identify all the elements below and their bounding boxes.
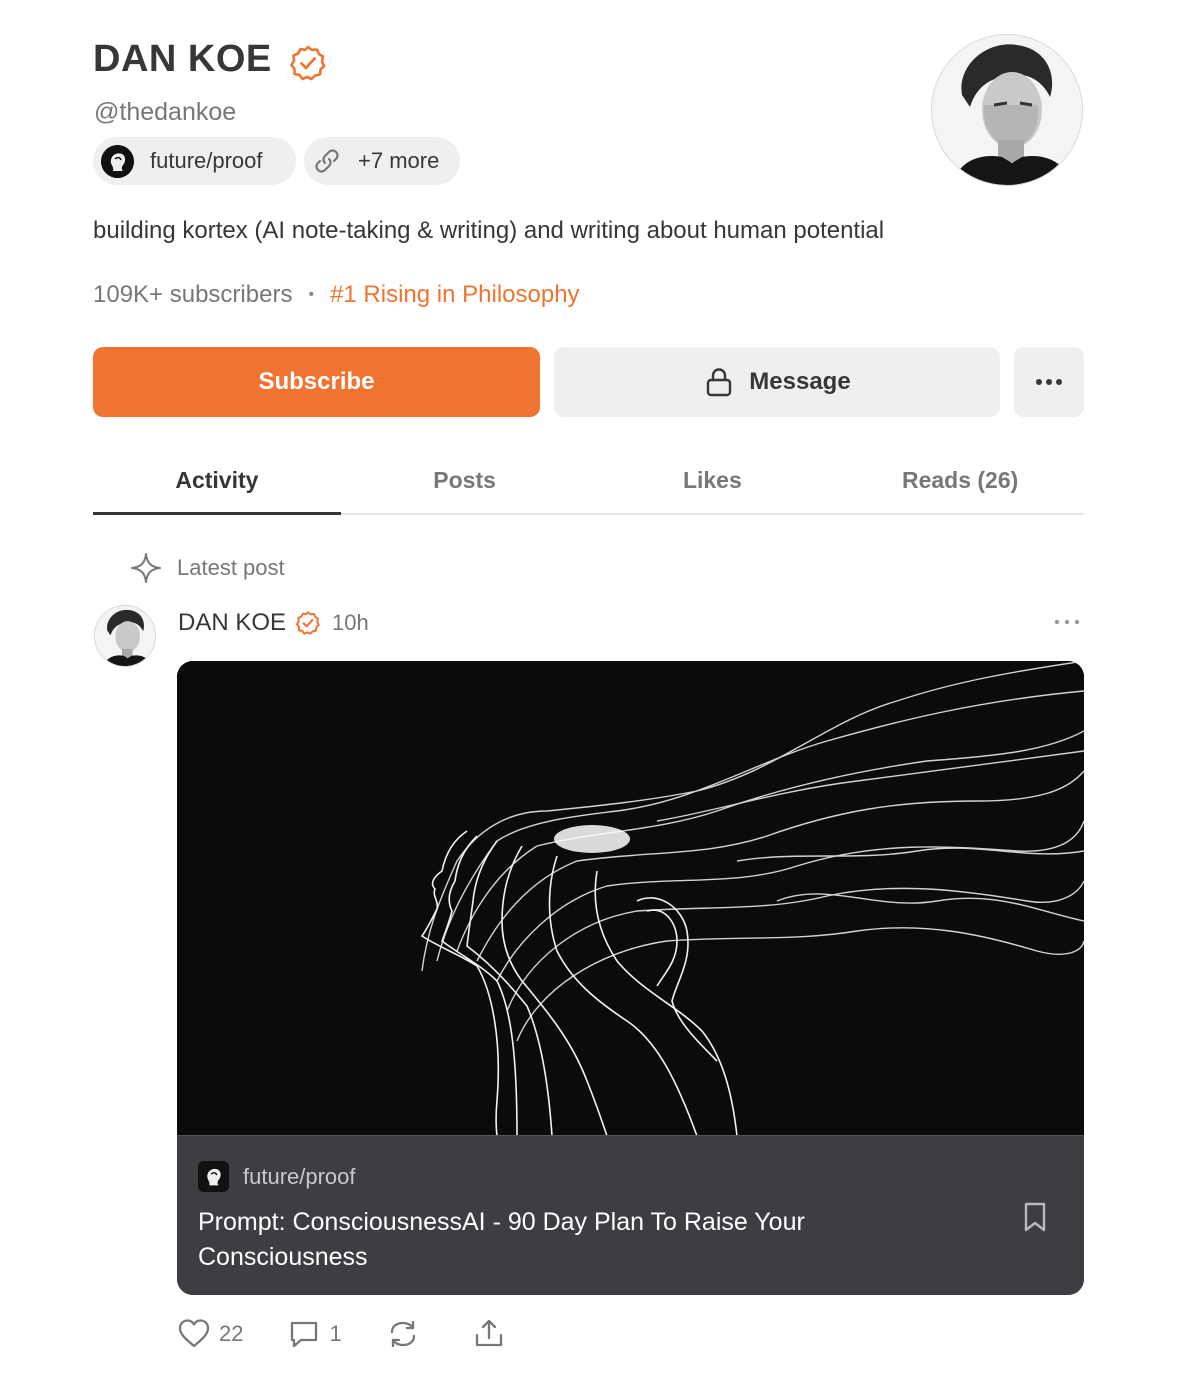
- like-count: 22: [219, 1321, 244, 1346]
- subscribe-button[interactable]: Subscribe: [93, 347, 540, 417]
- post-card[interactable]: future/proof Prompt: ConsciousnessAI - 9…: [177, 661, 1084, 1295]
- share-button[interactable]: [472, 1317, 514, 1351]
- more-links-label: +7 more: [358, 148, 440, 173]
- comment-button[interactable]: 1: [287, 1317, 342, 1351]
- sparkle-icon: [131, 553, 161, 583]
- publication-logo-icon: [198, 1161, 229, 1192]
- comment-icon: [291, 1321, 318, 1348]
- post-publication[interactable]: future/proof: [198, 1161, 356, 1192]
- profile-stats: 109K+ subscribers • #1 Rising in Philoso…: [93, 281, 580, 309]
- share-icon: [475, 1319, 502, 1347]
- profile-name: DAN KOE: [93, 38, 272, 80]
- post-publication-name: future/proof: [243, 1163, 356, 1189]
- tab-reads[interactable]: Reads (26): [836, 450, 1084, 513]
- restack-button[interactable]: [386, 1317, 428, 1351]
- post-card-details: future/proof Prompt: ConsciousnessAI - 9…: [177, 1136, 1084, 1295]
- post-author-avatar[interactable]: [94, 605, 156, 667]
- verified-check-icon: [296, 611, 320, 635]
- lock-icon: [707, 368, 732, 397]
- tab-posts[interactable]: Posts: [341, 450, 589, 513]
- comment-count: 1: [329, 1321, 342, 1346]
- restack-icon: [390, 1320, 415, 1348]
- post-author-row: DAN KOE 10h: [178, 609, 369, 637]
- post-more-icon[interactable]: [1052, 612, 1082, 632]
- bookmark-icon[interactable]: [1022, 1201, 1048, 1233]
- post-title[interactable]: Prompt: ConsciousnessAI - 90 Day Plan To…: [198, 1205, 918, 1275]
- more-links-chip[interactable]: +7 more: [304, 137, 460, 185]
- more-horizontal-icon: [1036, 379, 1062, 385]
- like-button[interactable]: 22: [177, 1317, 243, 1351]
- verified-check-icon: [290, 45, 326, 81]
- profile-avatar[interactable]: [931, 34, 1083, 186]
- more-options-button[interactable]: [1014, 347, 1084, 417]
- profile-bio: building kortex (AI note-taking & writin…: [93, 217, 885, 244]
- rank-badge[interactable]: #1 Rising in Philosophy: [330, 281, 579, 309]
- latest-post-header: Latest post: [130, 552, 285, 584]
- profile-tabs: Activity Posts Likes Reads (26): [93, 450, 1084, 515]
- profile-handle: @thedankoe: [94, 98, 237, 126]
- message-button[interactable]: Message: [554, 347, 1000, 417]
- post-actions: 22 1: [177, 1317, 558, 1351]
- heart-icon: [178, 1319, 210, 1348]
- publication-chip[interactable]: future/proof: [93, 137, 296, 185]
- stats-separator: •: [308, 286, 315, 303]
- tab-activity[interactable]: Activity: [93, 450, 341, 515]
- subscriber-count[interactable]: 109K+ subscribers: [93, 281, 292, 309]
- tab-likes[interactable]: Likes: [589, 450, 837, 513]
- publication-chip-label: future/proof: [150, 148, 263, 173]
- post-author-name[interactable]: DAN KOE: [178, 609, 286, 637]
- message-button-label: Message: [749, 368, 851, 395]
- latest-post-label: Latest post: [177, 555, 285, 580]
- publication-logo-icon: [101, 144, 134, 178]
- link-icon: [315, 149, 339, 173]
- post-cover-image: [177, 661, 1084, 1136]
- post-timestamp: 10h: [332, 610, 369, 635]
